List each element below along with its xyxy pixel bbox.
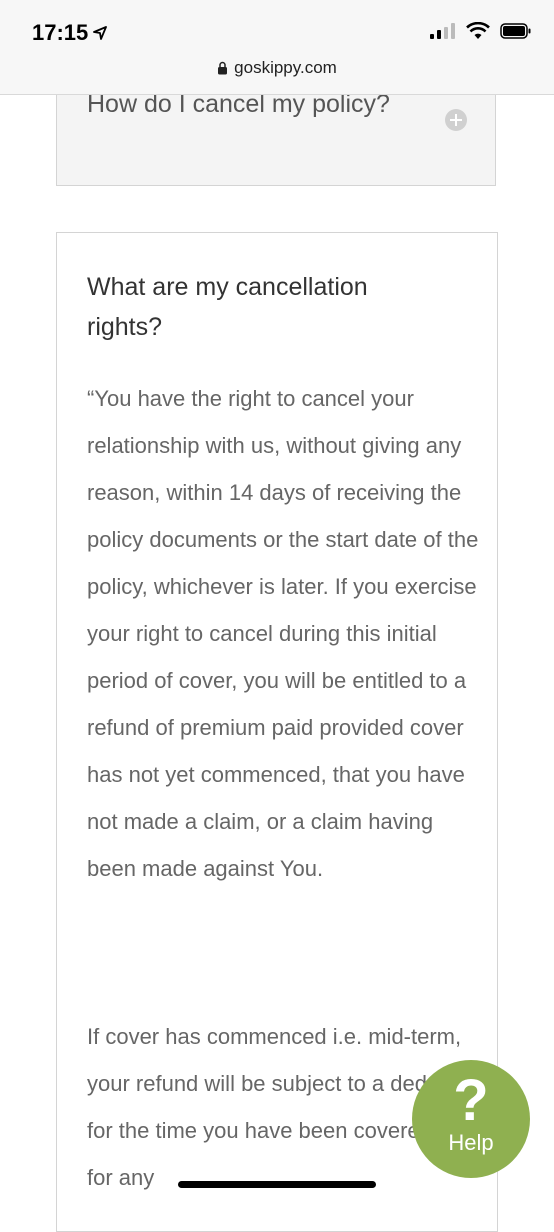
expand-plus-icon[interactable] (445, 109, 467, 131)
status-time-text: 17:15 (32, 20, 89, 45)
wifi-icon (466, 22, 490, 39)
address-bar[interactable]: goskippy.com (0, 58, 554, 78)
status-icons (430, 22, 532, 40)
faq-question-title[interactable]: What are my cancellation rights? (87, 267, 447, 347)
browser-chrome: 17:15 goskippy.com (0, 0, 554, 95)
help-label: Help (448, 1130, 494, 1155)
question-mark-icon: ? (453, 1068, 489, 1133)
lock-icon (218, 61, 228, 75)
cellular-signal-icon (430, 23, 455, 39)
status-time: 17:15 (32, 20, 108, 46)
battery-icon (500, 23, 531, 39)
faq-answer-paragraph: “You have the right to cancel your relat… (87, 386, 479, 881)
url-text: goskippy.com (234, 58, 337, 77)
home-indicator[interactable] (178, 1181, 376, 1188)
help-button[interactable]: ? Help (412, 1060, 530, 1178)
location-arrow-icon (93, 26, 108, 40)
